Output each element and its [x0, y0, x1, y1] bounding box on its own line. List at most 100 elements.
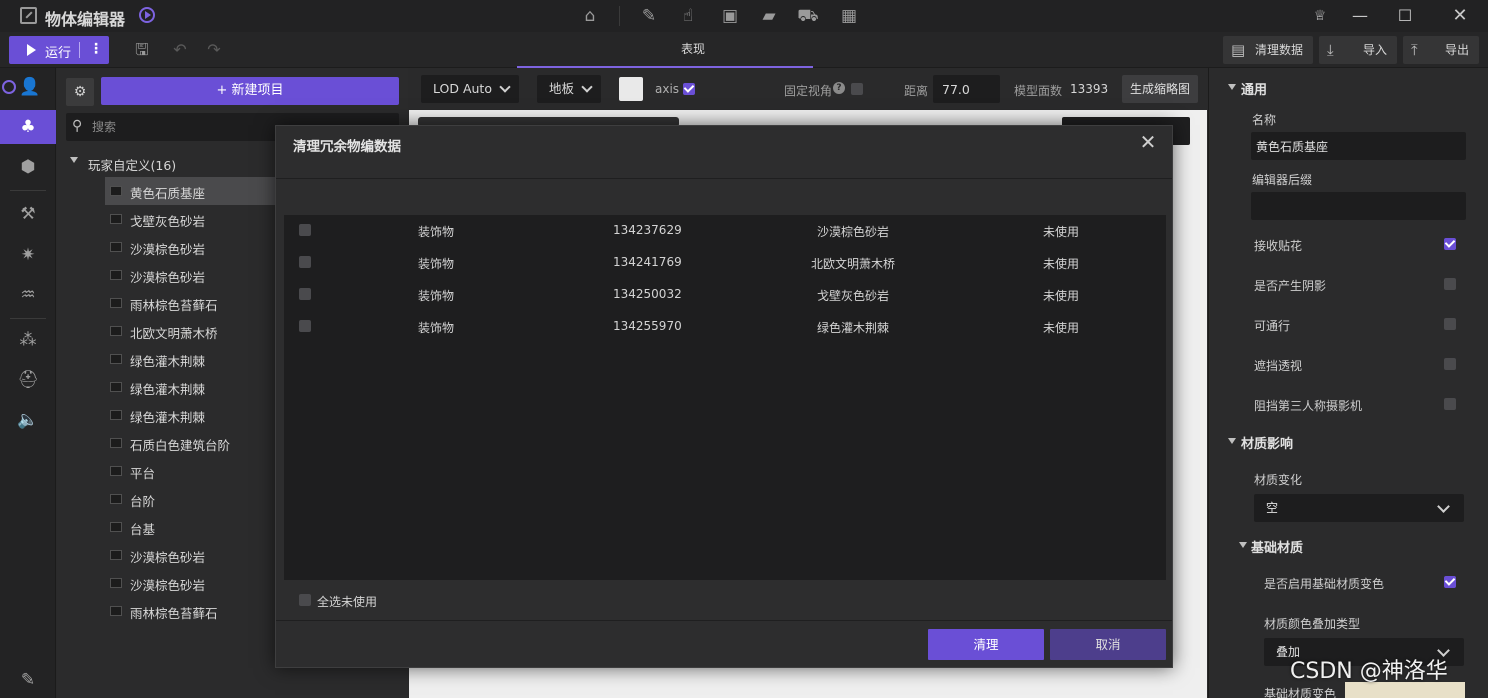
select-all-unused-label[interactable]: 全选未使用: [317, 593, 377, 610]
search-icon: ⚲: [72, 118, 83, 134]
row-checkbox[interactable]: [299, 256, 311, 268]
table-row[interactable]: 装饰物 134250032 戈壁灰色砂岩 未使用: [284, 279, 1166, 311]
type-cell: 装饰物: [418, 257, 455, 271]
enable-tint-label: 是否启用基础材质变色: [1264, 577, 1385, 591]
undo-icon[interactable]: ↶: [170, 40, 190, 60]
new-project-button[interactable]: + 新建项目: [101, 77, 399, 105]
clean-button[interactable]: 清理: [928, 629, 1044, 660]
occlusion-checkbox[interactable]: [1444, 358, 1456, 370]
tree-settings-button[interactable]: ⚙: [66, 78, 94, 106]
tab-appearance[interactable]: 表现: [663, 33, 723, 67]
section-general-title[interactable]: 通用: [1241, 79, 1267, 98]
ground-dropdown[interactable]: 地板: [537, 75, 601, 103]
item-thumbnail: [110, 214, 122, 224]
tree-group-label[interactable]: 玩家自定义(16): [88, 155, 176, 174]
clean-data-label: 清理数据: [1254, 43, 1303, 57]
chevron-down-icon[interactable]: [1239, 542, 1247, 548]
watermark: CSDN @神洛华: [1290, 659, 1448, 684]
close-icon[interactable]: ✕: [1136, 130, 1160, 154]
hand-pointer-icon[interactable]: ☝: [677, 5, 699, 27]
speaker-icon[interactable]: 🔈: [14, 406, 42, 434]
clean-data-button[interactable]: ▤ 清理数据: [1223, 36, 1313, 64]
item-thumbnail: [110, 466, 122, 476]
grid-icon[interactable]: ▦: [838, 5, 860, 27]
folder-icon[interactable]: ▰: [758, 5, 780, 27]
help-icon[interactable]: ?: [833, 82, 845, 94]
cancel-button[interactable]: 取消: [1050, 629, 1166, 660]
trophy-icon[interactable]: ♕: [1307, 3, 1333, 29]
item-thumbnail: [110, 494, 122, 504]
save-icon[interactable]: 🖫: [132, 40, 152, 60]
row-checkbox[interactable]: [299, 224, 311, 236]
distance-label: 距离: [904, 84, 929, 98]
block-camera-checkbox[interactable]: [1444, 398, 1456, 410]
tree-icon[interactable]: ♣: [14, 113, 42, 141]
row-checkbox[interactable]: [299, 288, 311, 300]
run-button-divider: [79, 42, 80, 58]
tree-item-label: 平台: [130, 466, 156, 481]
maximize-button[interactable]: ☐: [1392, 3, 1418, 29]
material-change-select[interactable]: 空: [1254, 494, 1464, 522]
import-button[interactable]: ⤓ 导入: [1319, 36, 1397, 64]
play-circle-icon[interactable]: [139, 7, 155, 23]
ui-icon[interactable]: ▣: [719, 5, 741, 27]
id-cell: 134255970: [613, 319, 682, 333]
passable-checkbox[interactable]: [1444, 318, 1456, 330]
item-thumbnail: [110, 522, 122, 532]
close-window-button[interactable]: ✕: [1447, 3, 1473, 29]
cast-shadow-label: 是否产生阴影: [1254, 279, 1327, 293]
wave-icon[interactable]: ♒: [14, 281, 42, 309]
export-button[interactable]: ⤒ 导出: [1403, 36, 1479, 64]
section-base-material-title[interactable]: 基础材质: [1251, 537, 1303, 556]
home-icon[interactable]: ⌂: [579, 5, 601, 27]
background-color-swatch[interactable]: [619, 77, 643, 101]
section-material-title[interactable]: 材质影响: [1241, 433, 1293, 452]
item-thumbnail: [110, 578, 122, 588]
redo-icon[interactable]: ↷: [204, 40, 224, 60]
distance-input[interactable]: [933, 75, 1000, 103]
name-cell: 沙漠棕色砂岩: [817, 225, 890, 239]
fixed-view-checkbox[interactable]: [851, 83, 863, 95]
chevron-down-icon[interactable]: [70, 157, 78, 163]
cast-shadow-checkbox[interactable]: [1444, 278, 1456, 290]
tree-item-label: 北欧文明萧木桥: [130, 326, 218, 341]
cart-icon[interactable]: ⛟: [797, 5, 819, 27]
status-cell: 未使用: [1043, 321, 1080, 335]
hat-icon[interactable]: ⛑: [14, 366, 42, 394]
user-icon[interactable]: 👤: [16, 73, 44, 101]
play-circle-small-icon[interactable]: [2, 80, 16, 94]
editor-suffix-input[interactable]: [1251, 192, 1466, 220]
properties-panel: [1208, 68, 1488, 698]
tree-item-label: 黄色石质基座: [130, 186, 206, 201]
chevron-down-icon[interactable]: [1228, 84, 1236, 90]
minimize-button[interactable]: —: [1347, 3, 1373, 29]
table-row[interactable]: 装饰物 134255970 绿色灌木荆棘 未使用: [284, 311, 1166, 343]
status-cell: 未使用: [1043, 289, 1080, 303]
nodes-icon[interactable]: ⁂: [14, 326, 42, 354]
name-input[interactable]: [1251, 132, 1466, 160]
sparkle-icon[interactable]: ✷: [14, 241, 42, 269]
item-thumbnail: [110, 298, 122, 308]
enable-tint-checkbox[interactable]: [1444, 576, 1456, 588]
row-checkbox[interactable]: [299, 320, 311, 332]
cube-icon[interactable]: ⬢: [14, 153, 42, 181]
axis-checkbox[interactable]: [683, 83, 695, 95]
table-row[interactable]: 装饰物 134237629 沙漠棕色砂岩 未使用: [284, 215, 1166, 247]
more-vertical-icon[interactable]: ⋮: [89, 41, 103, 57]
select-all-unused-checkbox[interactable]: [299, 594, 311, 606]
title-bar: [0, 0, 1488, 32]
passable-label: 可通行: [1254, 319, 1291, 333]
generate-thumbnail-button[interactable]: 生成缩略图: [1122, 75, 1198, 103]
toolbar-divider: [619, 6, 620, 26]
rail-divider: [10, 190, 46, 191]
lod-dropdown[interactable]: LOD Auto: [421, 75, 519, 103]
upload-icon: ⤒: [1411, 41, 1418, 59]
name-cell: 北欧文明萧木桥: [811, 257, 896, 271]
table-row[interactable]: 装饰物 134241769 北欧文明萧木桥 未使用: [284, 247, 1166, 279]
brush-icon[interactable]: ✎: [638, 5, 660, 27]
chevron-down-icon[interactable]: [1228, 438, 1236, 444]
pickaxe-icon[interactable]: ⚒: [14, 200, 42, 228]
receive-decal-checkbox[interactable]: [1444, 238, 1456, 250]
run-button[interactable]: 运行 ⋮: [9, 36, 109, 64]
edit-icon[interactable]: ✎: [14, 666, 42, 694]
